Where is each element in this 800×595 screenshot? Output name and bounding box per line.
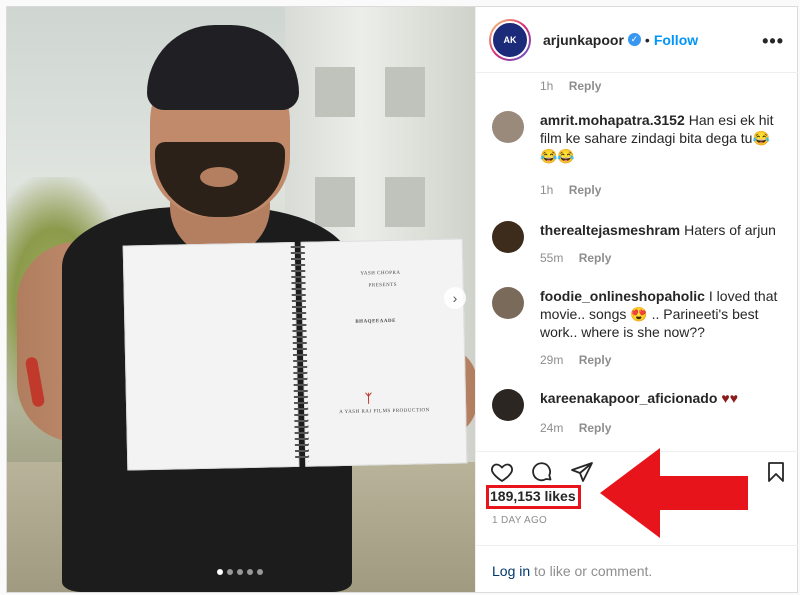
reply-button[interactable]: Reply	[579, 251, 612, 265]
reply-button[interactable]: Reply	[579, 421, 612, 435]
carousel-dot	[237, 569, 243, 575]
comment-meta: 29m Reply	[540, 353, 611, 367]
header-separator: •	[644, 31, 650, 48]
script-title: BHAQEEAADE	[355, 318, 396, 325]
carousel-dots	[217, 569, 263, 575]
previous-comment-meta: 1h Reply	[540, 79, 601, 93]
comment-username[interactable]: foodie_onlineshopaholic	[540, 288, 705, 304]
avatar-image: AK	[491, 20, 529, 59]
comment-time: 55m	[540, 251, 564, 265]
comments-list[interactable]: 1h Reply amrit.mohapatra.3152 Han esi ek …	[476, 73, 798, 451]
carousel-dot	[257, 569, 263, 575]
comment-body: foodie_onlineshopaholic I loved that movi…	[540, 287, 790, 341]
comment-bubble-icon[interactable]	[530, 460, 554, 484]
reply-button[interactable]: Reply	[579, 353, 612, 367]
reply-button[interactable]: Reply	[569, 183, 602, 197]
script-left-page	[122, 241, 300, 471]
comment-meta: 1h Reply	[540, 183, 601, 197]
comment-body: amrit.mohapatra.3152 Han esi ek hit film …	[540, 111, 790, 165]
comment-time: 24m	[540, 421, 564, 435]
login-bar: Log in to like or comment.	[476, 545, 798, 592]
comment-username[interactable]: amrit.mohapatra.3152	[540, 112, 685, 128]
comment-time: 29m	[540, 353, 564, 367]
carousel-dot	[247, 569, 253, 575]
carousel-next-button[interactable]: ›	[444, 287, 466, 309]
comment-username[interactable]: kareenakapoor_aficionado	[540, 390, 717, 406]
comment-text: Haters of arjun	[684, 222, 776, 238]
save-bookmark-icon[interactable]	[764, 460, 788, 484]
script-tagline: A YASH RAJ FILMS PRODUCTION	[339, 408, 430, 416]
follow-button[interactable]: Follow	[654, 32, 698, 48]
post-time-ago[interactable]: 1 DAY AGO	[492, 515, 547, 526]
post-username[interactable]: arjunkapoor	[543, 32, 624, 48]
beanie	[147, 25, 299, 110]
login-link[interactable]: Log in	[492, 563, 530, 579]
comment-time: 1h	[540, 183, 554, 197]
yrf-logo: ᛉ	[364, 391, 373, 406]
script-presents: PRESENTS	[368, 282, 398, 289]
commenter-avatar[interactable]	[492, 287, 524, 319]
script-right-page: YASH CHOPRA PRESENTS BHAQEEAADE ᛉ A YASH…	[300, 238, 468, 467]
comment-meta: 24m Reply	[540, 421, 611, 435]
post-photo[interactable]: YASH CHOPRA PRESENTS BHAQEEAADE ᛉ A YASH…	[7, 7, 475, 592]
comment-time: 1h	[540, 79, 554, 93]
reply-button[interactable]: Reply	[569, 79, 602, 93]
login-prompt-text: to like or comment.	[530, 563, 653, 579]
comment-meta: 55m Reply	[540, 251, 611, 265]
comment-username[interactable]: therealtejasmeshram	[540, 222, 680, 238]
comment-body: kareenakapoor_aficionado ♥♥	[540, 389, 790, 407]
commenter-avatar[interactable]	[492, 389, 524, 421]
carousel-dot	[217, 569, 223, 575]
film-script: YASH CHOPRA PRESENTS BHAQEEAADE ᛉ A YASH…	[122, 238, 468, 471]
commenter-avatar[interactable]	[492, 111, 524, 143]
likes-highlight-box	[486, 485, 581, 509]
carousel-dot	[227, 569, 233, 575]
commenter-avatar[interactable]	[492, 221, 524, 253]
like-heart-icon[interactable]	[490, 460, 514, 484]
share-paper-plane-icon[interactable]	[570, 460, 594, 484]
script-studio: YASH CHOPRA	[360, 270, 401, 277]
mouth	[200, 167, 238, 187]
post-header: AK arjunkapoor ✓ • Follow •••	[476, 7, 798, 73]
comment-text: ♥♥	[721, 390, 739, 406]
comment-body: therealtejasmeshram Haters of arjun	[540, 221, 790, 239]
profile-avatar[interactable]: AK	[489, 18, 531, 61]
verified-badge-icon: ✓	[627, 33, 641, 46]
more-options-icon[interactable]: •••	[762, 31, 784, 52]
red-arrow-annotation	[600, 448, 748, 538]
